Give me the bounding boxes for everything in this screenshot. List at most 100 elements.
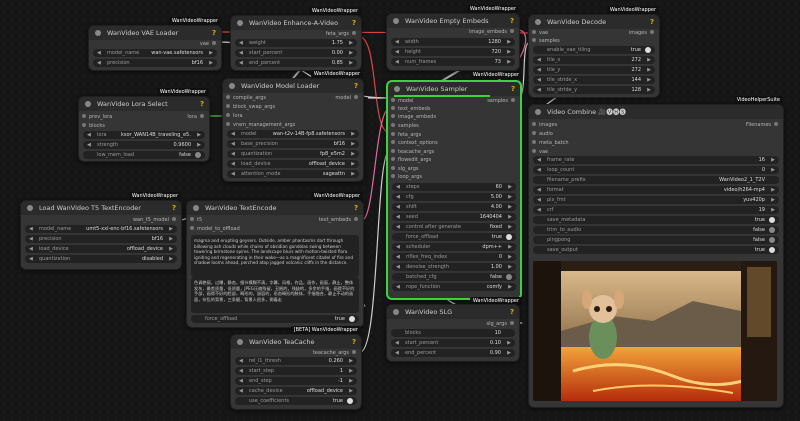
widget-model-name[interactable]: ◀ model_name umt5-xxl-enc-bf16.safetensors…	[25, 225, 177, 233]
widget-loop-count[interactable]: ◀ loop_count 0 ▶	[533, 166, 779, 174]
collapse-dot[interactable]	[394, 86, 400, 92]
widget-force-offload[interactable]: force_offload true	[191, 315, 359, 323]
help-icon[interactable]: ?	[510, 14, 514, 28]
help-icon[interactable]: ?	[510, 305, 514, 319]
output-filenames[interactable]: Filenames	[746, 121, 778, 129]
node-header[interactable]: WanVideo VAE Loader?	[89, 26, 221, 40]
input-lora[interactable]: lora	[226, 112, 243, 120]
widget-tile-stride-x[interactable]: ◀ tile_stride_x 144 ▶	[533, 76, 655, 84]
widget-load-device[interactable]: ◀ load_device offload_device ▶	[227, 160, 359, 168]
widget-blocks[interactable]: blocks 10	[391, 329, 515, 337]
input-vram-management-args[interactable]: vram_management_args	[226, 121, 295, 129]
node-header[interactable]: WanVideo Model Loader?	[223, 79, 363, 93]
widget-tile-x[interactable]: ◀ tile_x 272 ▶	[533, 56, 655, 64]
negative-prompt-textarea[interactable]: 色调艳丽，过曝，静态，细节模糊不清，字幕，风格，作品，画作，画面，静止，整体发灰…	[191, 277, 359, 313]
output-teacache-args[interactable]: teacache_args	[313, 349, 356, 357]
output-model[interactable]: model	[335, 94, 358, 102]
widget-force-offload[interactable]: force_offload true	[392, 233, 516, 241]
input-block-swap-args[interactable]: block_swap_args	[226, 103, 275, 111]
collapse-dot[interactable]	[229, 83, 235, 89]
widget-model-name[interactable]: ◀ model_name wan-vae.safetensors ▶	[93, 49, 217, 57]
node-enhance-a-video[interactable]: WanVideoWrapper WanVideo Enhance-A-Video…	[230, 7, 362, 71]
collapse-dot[interactable]	[27, 205, 33, 211]
widget-weight[interactable]: ◀ weight 1.75 ▶	[235, 39, 357, 47]
node-header[interactable]: Load WanVideo T5 TextEncoder?	[21, 201, 181, 215]
output-text-embeds[interactable]: text_embeds	[319, 216, 358, 224]
node-header[interactable]: WanVideo Lora Select?	[79, 97, 209, 111]
widget-save-output[interactable]: save_output true	[533, 246, 779, 254]
widget-control-after-generate[interactable]: ◀ control after generate fixed ▶	[392, 223, 516, 231]
node-header[interactable]: WanVideo SLG?	[387, 305, 519, 319]
help-icon[interactable]: ?	[354, 201, 358, 215]
output-image-embeds[interactable]: image_embeds	[469, 28, 514, 36]
widget-save-metadata[interactable]: save_metadata true	[533, 216, 779, 224]
widget-frame-rate[interactable]: ◀ frame_rate 16 ▶	[533, 156, 779, 164]
collapse-dot[interactable]	[393, 309, 399, 315]
input-meta-batch[interactable]: meta_batch	[532, 139, 569, 147]
input-blocks[interactable]: blocks	[82, 122, 105, 130]
widget-shift[interactable]: ◀ shift 4.00 ▶	[392, 203, 516, 211]
help-icon[interactable]: ?	[212, 26, 216, 40]
input-audio[interactable]: audio	[532, 130, 553, 138]
widget-use-coefficients[interactable]: use_coefficients true	[235, 397, 357, 405]
help-icon[interactable]: ?	[200, 97, 204, 111]
node-header[interactable]: Video Combine 🎥🅥🅗🅢	[529, 105, 783, 119]
help-icon[interactable]: ?	[352, 16, 356, 30]
widget-rope-function[interactable]: ◀ rope_function comfy ▶	[392, 283, 516, 291]
widget-lora[interactable]: ◀loraksor_WAN14B_traveling_e5.safetensor…	[83, 131, 205, 139]
widget-pingpong[interactable]: pingpong false	[533, 236, 779, 244]
node-sampler[interactable]: WanVideoWrapper WanVideoWrapper WanVideo…	[386, 71, 522, 305]
input-text-embeds[interactable]: text_embeds	[391, 105, 430, 113]
node-decode[interactable]: WanVideoWrapper WanVideo Decode? vae ima…	[528, 6, 660, 98]
input-samples[interactable]: samples	[532, 37, 560, 45]
input-slg-args[interactable]: slg_args	[391, 165, 418, 173]
widget-denoise-strength[interactable]: ◀ denoise_strength 1.00 ▶	[392, 263, 516, 271]
output-lora[interactable]: lora	[187, 113, 204, 121]
output-feta-args[interactable]: feta_args	[326, 30, 356, 38]
widget-strength[interactable]: ◀ strength 0.9600 ▶	[83, 141, 205, 149]
collapse-dot[interactable]	[393, 18, 399, 24]
output-slg-args[interactable]: slg_args	[487, 320, 514, 328]
widget-end-step[interactable]: ◀ end_step -1 ▶	[235, 377, 357, 385]
collapse-dot[interactable]	[95, 30, 101, 36]
input-image-embeds[interactable]: image_embeds	[391, 113, 436, 121]
output-images[interactable]: images	[629, 29, 654, 37]
node-empty-embeds[interactable]: WanVideoWrapper WanVideo Empty Embeds? i…	[386, 5, 520, 71]
help-icon[interactable]: ?	[650, 15, 654, 29]
node-header[interactable]: WanVideo TeaCache?	[231, 335, 361, 349]
widget-format[interactable]: ◀ format video/h264-mp4 ▶	[533, 186, 779, 194]
widget-cache-device[interactable]: ◀ cache_device offload_device ▶	[235, 387, 357, 395]
output-samples[interactable]: samples	[487, 97, 515, 105]
help-icon[interactable]: ?	[511, 82, 515, 96]
input-feta-args[interactable]: feta_args	[391, 131, 421, 139]
widget-load-device[interactable]: ◀ load_device offload_device ▶	[25, 245, 177, 253]
help-icon[interactable]: ?	[172, 201, 176, 215]
input-flowedit-args[interactable]: flowedit_args	[391, 156, 431, 164]
widget-precision[interactable]: ◀ precision bf16 ▶	[93, 59, 217, 67]
widget-model[interactable]: ◀ model wan-t2v-14B-fp8.safetensors ▶	[227, 130, 359, 138]
input-context-options[interactable]: context_options	[391, 139, 438, 147]
output-vae[interactable]: vae	[200, 40, 216, 48]
node-video-combine[interactable]: VideoHelperSuite Video Combine 🎥🅥🅗🅢 imag…	[528, 96, 784, 408]
help-icon[interactable]: ?	[354, 79, 358, 93]
collapse-dot[interactable]	[535, 19, 541, 25]
widget-end-percent[interactable]: ◀ end_percent 0.90 ▶	[391, 349, 515, 357]
widget-end-percent[interactable]: ◀ end_percent 0.85 ▶	[235, 59, 357, 67]
widget-enable-vae-tiling[interactable]: enable_vae_tiling true	[533, 46, 655, 54]
widget-riflex-freq-index[interactable]: ◀ riflex_freq_index 0 ▶	[392, 253, 516, 261]
node-t5-loader[interactable]: WanVideoWrapper Load WanVideo T5 TextEnc…	[20, 192, 182, 270]
widget-cfg[interactable]: ◀ cfg 5.00 ▶	[392, 193, 516, 201]
widget-tile-y[interactable]: ◀ tile_y 272 ▶	[533, 66, 655, 74]
positive-prompt-textarea[interactable]: magma and erupting geysers. Outside, amb…	[191, 235, 359, 277]
video-preview[interactable]	[533, 261, 777, 401]
widget-quantization[interactable]: ◀ quantization disabled ▶	[25, 255, 177, 263]
input-vae[interactable]: vae	[532, 148, 548, 156]
widget-steps[interactable]: ◀ steps 60 ▶	[392, 183, 516, 191]
collapse-dot[interactable]	[237, 339, 243, 345]
collapse-dot[interactable]	[535, 109, 541, 115]
input-compile-args[interactable]: compile_args	[226, 94, 266, 102]
collapse-dot[interactable]	[85, 101, 91, 107]
widget-start-percent[interactable]: ◀ start_percent 0.10 ▶	[391, 339, 515, 347]
node-text-encode[interactable]: WanVideoWrapper WanVideo TextEncode? t5 …	[186, 192, 364, 328]
node-lora-select[interactable]: WanVideoWrapper WanVideo Lora Select? pr…	[78, 88, 210, 162]
